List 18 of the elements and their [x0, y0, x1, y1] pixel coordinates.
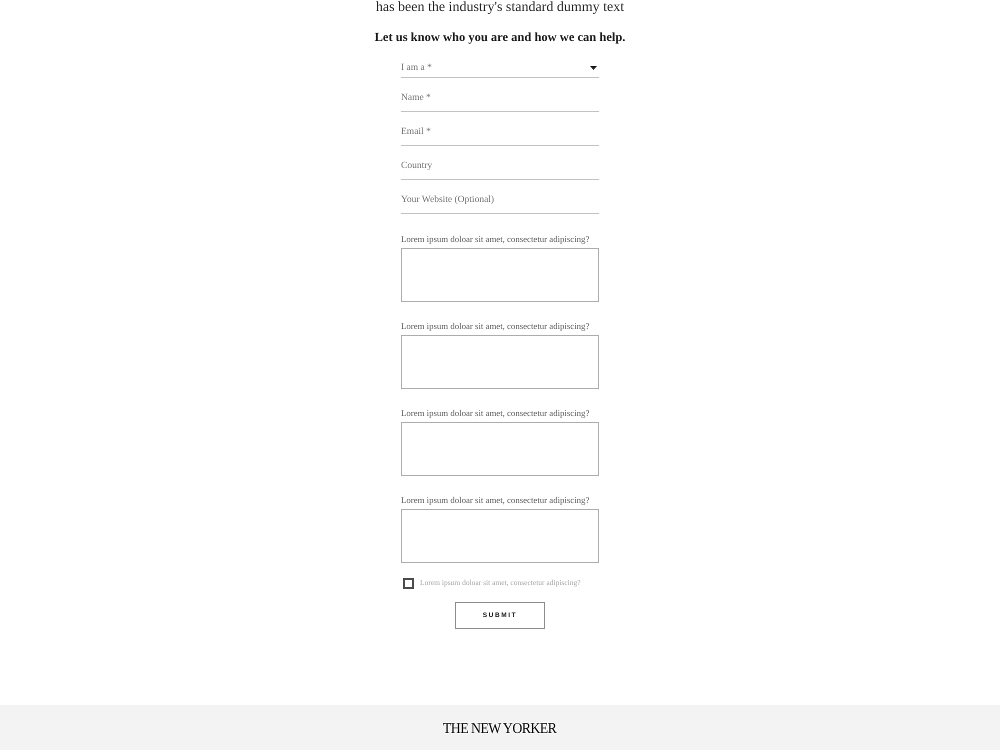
- question-label: Lorem ipsum doloar sit amet, consectetur adipiscing?: [401, 407, 590, 419]
- intro-text: has been the industry's standard dummy text: [374, 0, 626, 16]
- answer-box[interactable]: [401, 509, 599, 563]
- text-field[interactable]: Country: [401, 155, 599, 180]
- question-label: Lorem ipsum doloar sit amet, consectetur adipiscing?: [401, 233, 590, 245]
- text-field[interactable]: Email *: [401, 121, 599, 146]
- question-label: Lorem ipsum doloar sit amet, consectetur adipiscing?: [401, 320, 590, 332]
- checkbox[interactable]: [403, 578, 414, 588]
- answer-box[interactable]: [401, 248, 599, 302]
- select-field[interactable]: I am a *: [401, 53, 599, 78]
- caret-icon: [590, 66, 597, 70]
- question-label: Lorem ipsum doloar sit amet, consectetur adipiscing?: [401, 494, 590, 506]
- answer-box[interactable]: [401, 335, 599, 389]
- site-logo[interactable]: THE NEW YORKER: [443, 717, 557, 738]
- form-heading: Let us know who you are and how we can help.: [374, 29, 626, 45]
- answer-box[interactable]: [401, 422, 599, 476]
- text-field[interactable]: Your Website (Optional): [401, 189, 599, 214]
- text-field[interactable]: Name *: [401, 87, 599, 112]
